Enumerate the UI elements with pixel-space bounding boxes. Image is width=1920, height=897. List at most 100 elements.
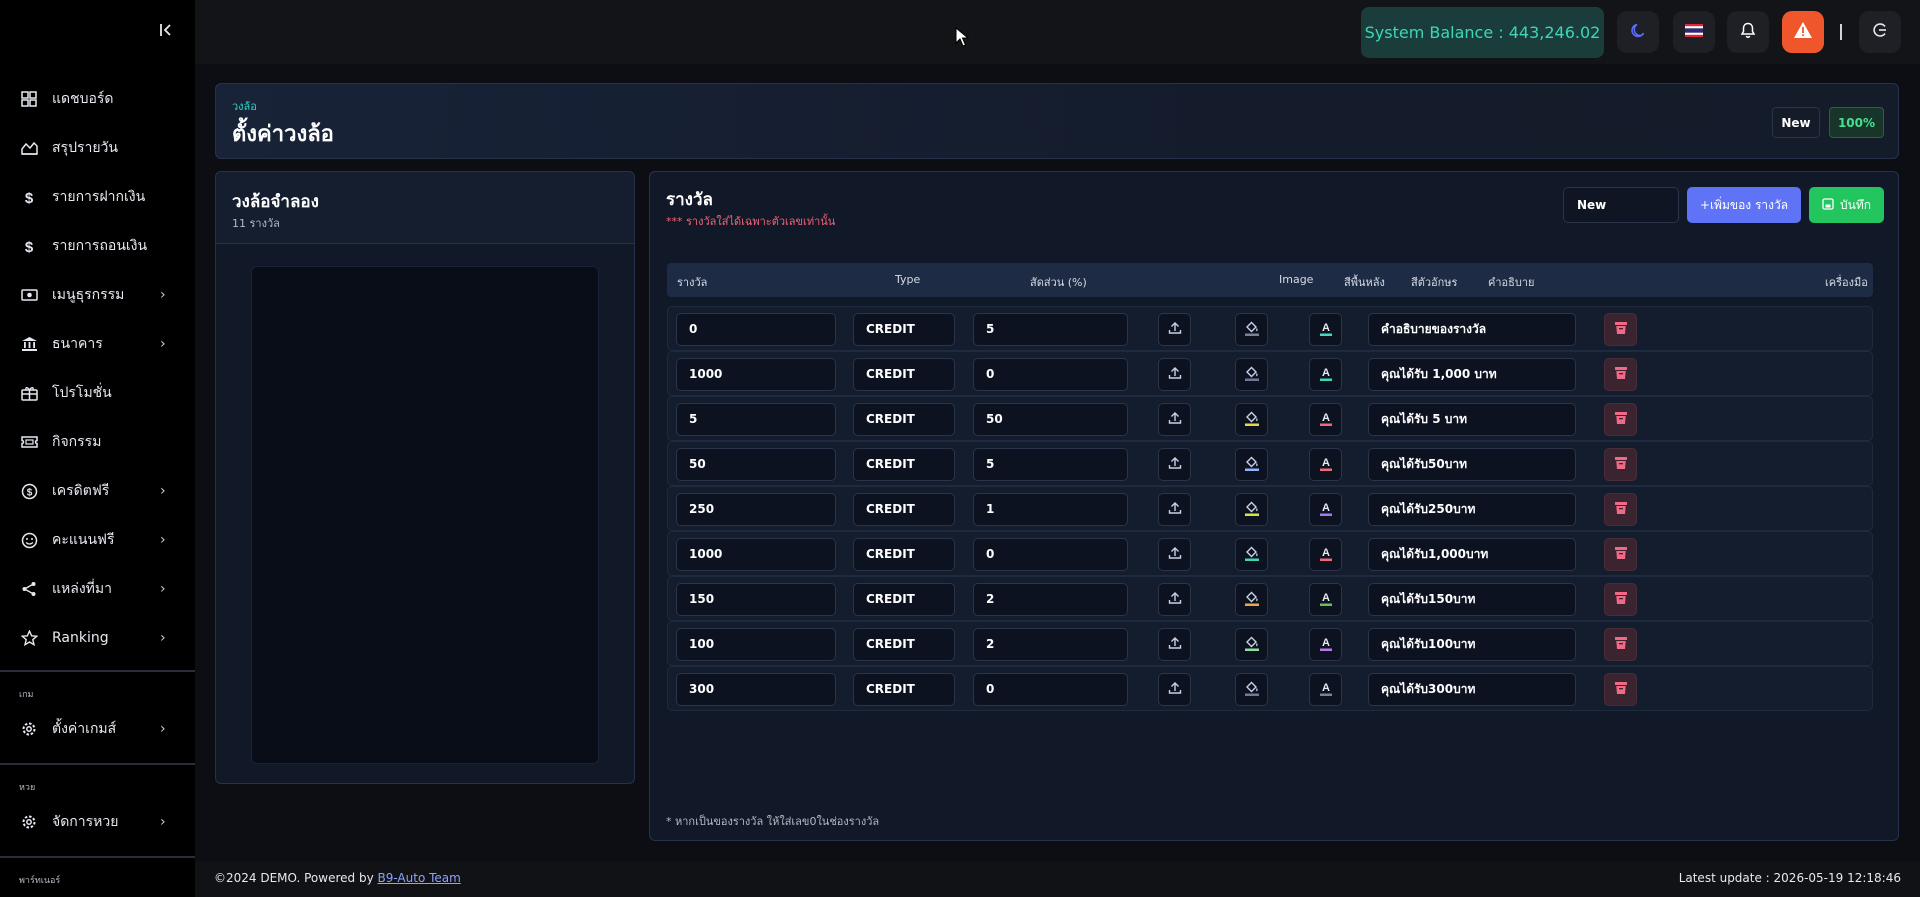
delete-reward-button[interactable] bbox=[1604, 448, 1637, 481]
delete-reward-button[interactable] bbox=[1604, 313, 1637, 346]
type-select[interactable]: CREDIT bbox=[853, 583, 955, 616]
bg-color-picker[interactable] bbox=[1235, 628, 1268, 661]
delete-reward-button[interactable] bbox=[1604, 673, 1637, 706]
ratio-input[interactable]: 50 bbox=[973, 403, 1128, 436]
sidebar-item-7[interactable]: กิจกรรม bbox=[0, 422, 195, 462]
bg-color-picker[interactable] bbox=[1235, 448, 1268, 481]
bg-color-picker[interactable] bbox=[1235, 538, 1268, 571]
notifications-button[interactable] bbox=[1727, 11, 1769, 53]
type-select[interactable]: CREDIT bbox=[853, 403, 955, 436]
image-upload-button[interactable] bbox=[1158, 673, 1191, 706]
reward-input[interactable]: 300 bbox=[676, 673, 836, 706]
sidebar-item-4[interactable]: เมนูธุรกรรม › bbox=[0, 275, 195, 315]
text-color-picker[interactable]: A bbox=[1309, 583, 1342, 616]
text-color-picker[interactable]: A bbox=[1309, 538, 1342, 571]
ratio-input[interactable]: 1 bbox=[973, 493, 1128, 526]
reward-input[interactable]: 150 bbox=[676, 583, 836, 616]
type-select[interactable]: CREDIT bbox=[853, 358, 955, 391]
ratio-input[interactable]: 5 bbox=[973, 313, 1128, 346]
reward-input[interactable]: 250 bbox=[676, 493, 836, 526]
text-color-picker[interactable]: A bbox=[1309, 673, 1342, 706]
image-upload-button[interactable] bbox=[1158, 538, 1191, 571]
reward-input[interactable]: 1000 bbox=[676, 358, 836, 391]
add-reward-button[interactable]: +เพิ่มของ รางวัล bbox=[1687, 187, 1801, 223]
sidebar-item-1[interactable]: สรุปรายวัน bbox=[0, 128, 195, 168]
alert-button[interactable] bbox=[1782, 11, 1824, 53]
image-upload-button[interactable] bbox=[1158, 628, 1191, 661]
text-color-picker[interactable]: A bbox=[1309, 358, 1342, 391]
ratio-input[interactable]: 0 bbox=[973, 673, 1128, 706]
image-upload-button[interactable] bbox=[1158, 403, 1191, 436]
delete-reward-button[interactable] bbox=[1604, 493, 1637, 526]
text-color-picker[interactable]: A bbox=[1309, 493, 1342, 526]
sidebar-item-6[interactable]: โปรโมชั่น bbox=[0, 373, 195, 413]
bg-color-picker[interactable] bbox=[1235, 583, 1268, 616]
powered-by-suffix[interactable]: Team bbox=[429, 871, 461, 885]
table-row: 50 CREDIT 5 A คุณได้รับ50บาท bbox=[667, 441, 1873, 486]
sidebar-section-partner: พาร์ทเนอร์ bbox=[19, 876, 61, 886]
description-input[interactable]: คุณได้รับ 1,000 บาท bbox=[1368, 358, 1576, 391]
ratio-input[interactable]: 5 bbox=[973, 448, 1128, 481]
reward-input[interactable]: 1000 bbox=[676, 538, 836, 571]
delete-reward-button[interactable] bbox=[1604, 358, 1637, 391]
delete-reward-button[interactable] bbox=[1604, 583, 1637, 616]
text-color-picker[interactable]: A bbox=[1309, 403, 1342, 436]
description-input[interactable]: คุณได้รับ150บาท bbox=[1368, 583, 1576, 616]
type-select[interactable]: CREDIT bbox=[853, 628, 955, 661]
reward-input[interactable]: 50 bbox=[676, 448, 836, 481]
description-input[interactable]: คุณได้รับ1,000บาท bbox=[1368, 538, 1576, 571]
description-input[interactable]: คุณได้รับ250บาท bbox=[1368, 493, 1576, 526]
sidebar-item-10[interactable]: แหล่งที่มา › bbox=[0, 569, 195, 609]
bg-color-picker[interactable] bbox=[1235, 493, 1268, 526]
ratio-input[interactable]: 2 bbox=[973, 628, 1128, 661]
reward-input[interactable]: 5 bbox=[676, 403, 836, 436]
sidebar-item-11[interactable]: Ranking › bbox=[0, 618, 195, 658]
language-button[interactable] bbox=[1673, 11, 1715, 53]
sidebar-item-0[interactable]: แดชบอร์ด bbox=[0, 79, 195, 119]
breadcrumb[interactable]: วงล้อ bbox=[232, 97, 257, 115]
logout-button[interactable] bbox=[1859, 11, 1901, 53]
save-button[interactable]: บันทึก bbox=[1809, 187, 1884, 223]
collapse-sidebar-icon[interactable] bbox=[156, 22, 176, 42]
delete-reward-button[interactable] bbox=[1604, 403, 1637, 436]
status-select[interactable]: New bbox=[1563, 187, 1679, 223]
delete-reward-button[interactable] bbox=[1604, 538, 1637, 571]
delete-reward-button[interactable] bbox=[1604, 628, 1637, 661]
sidebar-item-8[interactable]: $ เครดิตฟรี › bbox=[0, 471, 195, 511]
sidebar-item-9[interactable]: คะแนนฟรี › bbox=[0, 520, 195, 560]
sidebar-item-2[interactable]: $ รายการฝากเงิน bbox=[0, 177, 195, 217]
text-color-picker[interactable]: A bbox=[1309, 448, 1342, 481]
powered-by-link[interactable]: B9-Auto bbox=[377, 871, 429, 885]
reward-input[interactable]: 100 bbox=[676, 628, 836, 661]
sidebar-item-5[interactable]: ธนาคาร › bbox=[0, 324, 195, 364]
bg-color-picker[interactable] bbox=[1235, 358, 1268, 391]
bg-color-picker[interactable] bbox=[1235, 403, 1268, 436]
image-upload-button[interactable] bbox=[1158, 313, 1191, 346]
type-select[interactable]: CREDIT bbox=[853, 673, 955, 706]
image-upload-button[interactable] bbox=[1158, 358, 1191, 391]
sidebar-item-3[interactable]: $ รายการถอนเงิน bbox=[0, 226, 195, 266]
ratio-input[interactable]: 0 bbox=[973, 538, 1128, 571]
sidebar-item-lotto[interactable]: จัดการหวย › bbox=[0, 802, 195, 842]
sidebar-item-game-settings[interactable]: ตั้งค่าเกมส์ › bbox=[0, 709, 195, 749]
image-upload-button[interactable] bbox=[1158, 583, 1191, 616]
type-select[interactable]: CREDIT bbox=[853, 538, 955, 571]
theme-toggle-button[interactable] bbox=[1617, 11, 1659, 53]
type-select[interactable]: CREDIT bbox=[853, 448, 955, 481]
type-select[interactable]: CREDIT bbox=[853, 493, 955, 526]
bg-color-picker[interactable] bbox=[1235, 673, 1268, 706]
image-upload-button[interactable] bbox=[1158, 493, 1191, 526]
description-input[interactable]: คุณได้รับ100บาท bbox=[1368, 628, 1576, 661]
bg-color-picker[interactable] bbox=[1235, 313, 1268, 346]
description-input[interactable]: คุณได้รับ50บาท bbox=[1368, 448, 1576, 481]
ratio-input[interactable]: 2 bbox=[973, 583, 1128, 616]
type-select[interactable]: CREDIT bbox=[853, 313, 955, 346]
description-input[interactable]: คำอธิบายของรางวัล bbox=[1368, 313, 1576, 346]
description-input[interactable]: คุณได้รับ 5 บาท bbox=[1368, 403, 1576, 436]
text-color-picker[interactable]: A bbox=[1309, 313, 1342, 346]
ratio-input[interactable]: 0 bbox=[973, 358, 1128, 391]
reward-input[interactable]: 0 bbox=[676, 313, 836, 346]
text-color-picker[interactable]: A bbox=[1309, 628, 1342, 661]
image-upload-button[interactable] bbox=[1158, 448, 1191, 481]
description-input[interactable]: คุณได้รับ300บาท bbox=[1368, 673, 1576, 706]
